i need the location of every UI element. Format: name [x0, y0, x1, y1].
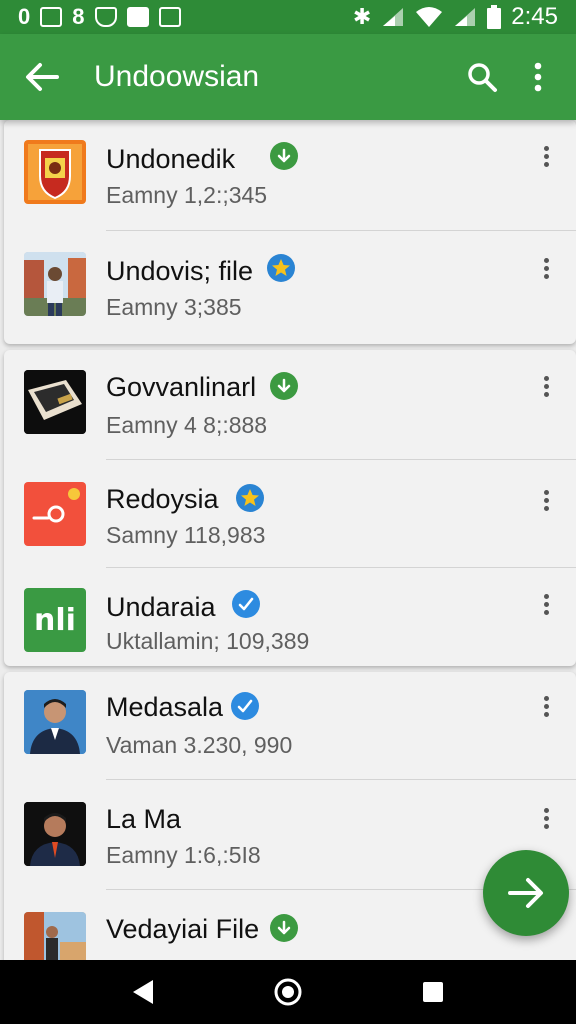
item-menu-button[interactable] — [534, 254, 558, 282]
verified-badge-icon — [232, 590, 260, 618]
file-list: Undonedik Eamny 1,2:;345 Undovis; file E… — [0, 120, 576, 960]
item-thumbnail — [24, 140, 86, 204]
item-title: Undaraia — [106, 592, 216, 622]
item-subtitle: Eamny 3;385 — [106, 294, 242, 320]
search-button[interactable] — [458, 53, 506, 101]
list-item[interactable]: Govvanlinarl Eamny 4 8;:888 — [4, 350, 576, 460]
item-menu-button[interactable] — [534, 590, 558, 618]
item-title: Undonedik — [106, 144, 236, 174]
item-thumbnail — [24, 252, 86, 316]
back-button[interactable] — [18, 53, 66, 101]
arrow-right-icon — [508, 878, 543, 908]
shield-icon — [94, 7, 117, 27]
wifi-icon — [416, 7, 443, 27]
next-fab-button[interactable] — [483, 850, 569, 936]
item-subtitle: Eamny 1:6,:5I8 — [106, 842, 261, 868]
status-text: 0 — [18, 4, 31, 29]
item-menu-button[interactable] — [534, 692, 558, 720]
status-bar: 0 8 ✱ 2:45 — [0, 0, 576, 34]
item-thumbnail — [24, 690, 86, 754]
page-title: Undoowsian — [94, 60, 260, 93]
item-thumbnail — [24, 802, 86, 866]
item-menu-button[interactable] — [534, 804, 558, 832]
verified-badge-icon — [231, 692, 259, 720]
check-badge-icon — [270, 142, 298, 170]
notification-icon — [126, 7, 149, 27]
list-item[interactable]: Medasala Vaman 3.230, 990 — [4, 672, 576, 780]
app-bar: Undoowsian — [0, 34, 576, 120]
list-item[interactable]: Redoysia Samny 118,983 — [4, 460, 576, 568]
more-vert-icon — [534, 62, 542, 92]
square-recents-icon — [423, 982, 444, 1002]
nav-recents-button[interactable] — [413, 972, 453, 1012]
battery-icon — [487, 5, 502, 29]
item-subtitle: Uktallamin; 109,389 — [106, 628, 310, 654]
status-text: 8 — [72, 4, 85, 29]
item-subtitle: Samny 118,983 — [106, 522, 266, 548]
item-title: Vedayiai File — [106, 914, 260, 944]
list-item[interactable]: Undovis; file Eamny 3;385 — [4, 232, 576, 344]
item-thumbnail — [24, 482, 86, 546]
item-subtitle: Eamny 4 8;:888 — [106, 412, 268, 438]
check-badge-icon — [270, 914, 298, 942]
check-badge-icon — [270, 372, 298, 400]
list-card: Govvanlinarl Eamny 4 8;:888 Redoysia Sam… — [4, 350, 576, 666]
signal-icon — [383, 8, 404, 26]
item-subtitle: Vaman 3.230, 990 — [106, 732, 293, 758]
triangle-back-icon — [132, 980, 153, 1004]
item-thumbnail — [24, 912, 86, 960]
overflow-menu-button[interactable] — [514, 53, 562, 101]
item-thumbnail — [24, 370, 86, 434]
item-thumbnail: nli — [24, 588, 86, 652]
list-item[interactable]: nli Undaraia Uktallamin; 109,389 — [4, 568, 576, 666]
item-subtitle: Eamny 1,2:;345 — [106, 182, 268, 208]
nav-home-button[interactable] — [268, 972, 308, 1012]
list-item[interactable]: Undonedik Eamny 1,2:;345 — [4, 120, 576, 232]
gallery-icon — [158, 7, 181, 27]
status-right-icons: ✱ 2:45 — [353, 3, 558, 31]
item-title: Govvanlinarl — [106, 372, 257, 402]
list-card: Undonedik Eamny 1,2:;345 Undovis; file E… — [4, 120, 576, 344]
status-time: 2:45 — [511, 3, 558, 30]
system-nav-bar — [0, 960, 576, 1024]
divider — [106, 230, 576, 231]
item-menu-button[interactable] — [534, 142, 558, 170]
bluetooth-icon: ✱ — [352, 4, 372, 29]
item-menu-button[interactable] — [534, 486, 558, 514]
item-title: La Ma — [106, 804, 182, 834]
item-title: Medasala — [106, 692, 224, 722]
search-icon — [468, 63, 497, 92]
status-left-icons: 0 8 — [18, 4, 181, 30]
item-title: Redoysia — [106, 484, 219, 514]
circle-home-icon — [274, 978, 302, 1006]
signal-icon — [455, 8, 476, 26]
item-thumbnail-text: nli — [34, 602, 76, 638]
star-badge-icon — [236, 484, 264, 512]
nav-back-button[interactable] — [123, 972, 163, 1012]
item-title: Undovis; file — [106, 256, 254, 286]
star-badge-icon — [267, 254, 295, 282]
item-menu-button[interactable] — [534, 372, 558, 400]
arrow-left-icon — [26, 63, 59, 91]
calendar-icon — [40, 7, 63, 27]
